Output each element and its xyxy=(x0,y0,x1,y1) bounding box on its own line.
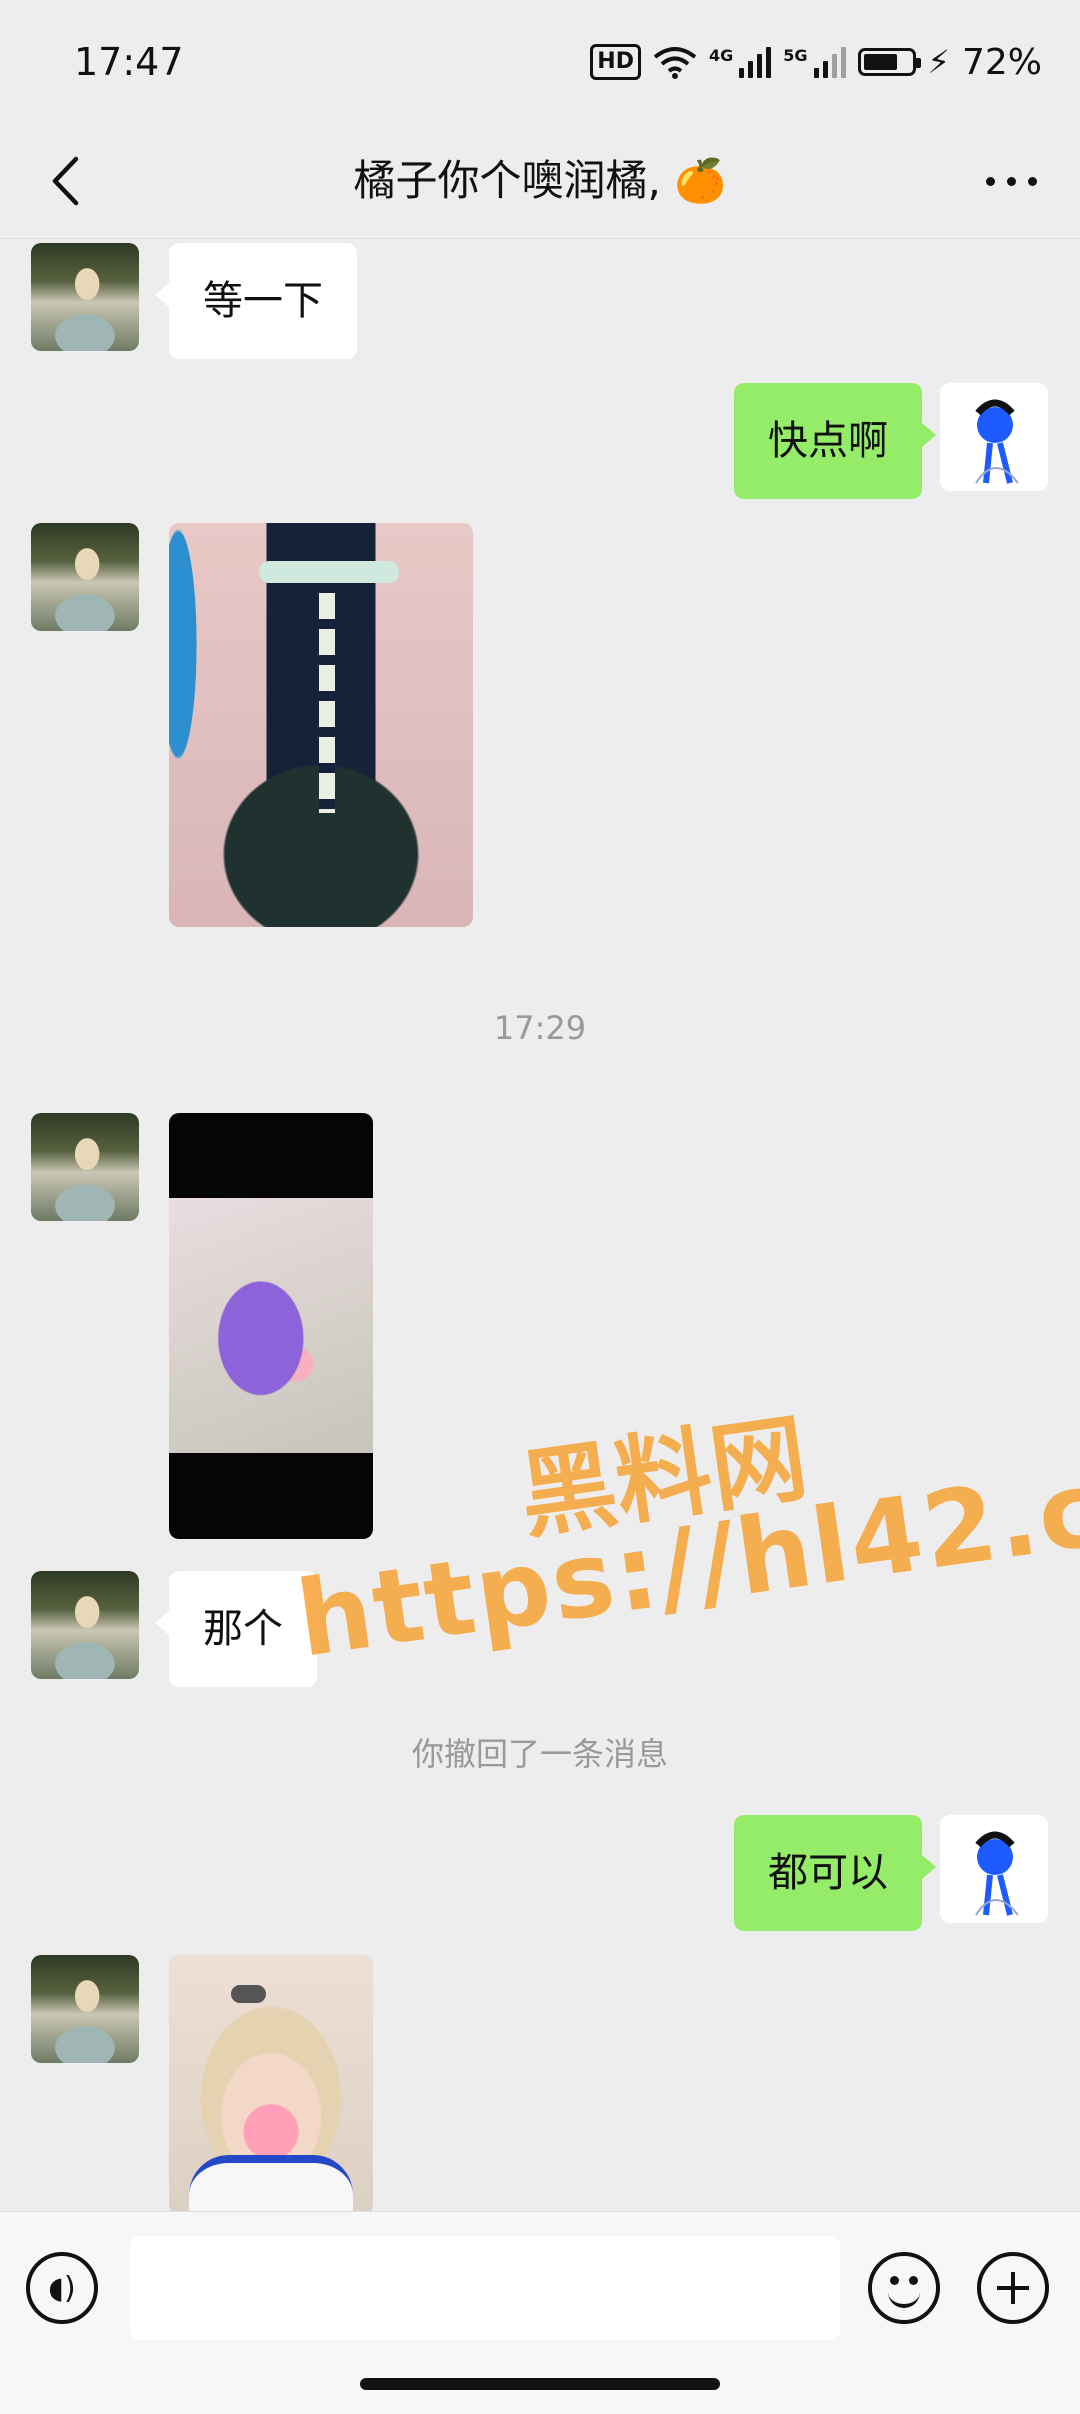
message-bubble-sent[interactable]: 快点啊 xyxy=(734,383,936,499)
person-icon xyxy=(975,1831,1019,1916)
my-avatar[interactable] xyxy=(940,383,1048,491)
wifi-icon xyxy=(653,47,697,79)
add-button[interactable] xyxy=(977,2252,1049,2324)
recall-notice: 你撤回了一条消息 xyxy=(411,1735,668,1773)
more-dot-icon xyxy=(1027,176,1037,186)
timestamp-divider: 17:29 xyxy=(493,1009,587,1047)
image-detail xyxy=(231,1985,267,2003)
message-bubble-sent[interactable]: 都可以 xyxy=(734,1815,936,1931)
friend-avatar[interactable] xyxy=(31,243,139,351)
hd-icon: HD xyxy=(590,44,641,80)
image-detail xyxy=(189,2155,353,2211)
video-thumbnail xyxy=(169,1198,373,1453)
network-5g-label: 5G xyxy=(783,46,808,65)
image-message-dress[interactable] xyxy=(169,523,473,927)
emoji-button[interactable] xyxy=(868,2252,940,2324)
friend-avatar[interactable] xyxy=(31,1955,139,2063)
chat-title: 橘子你个噢润橘, 🍊 xyxy=(353,156,727,205)
message-bubble-received[interactable]: 等一下 xyxy=(155,243,357,359)
friend-avatar[interactable] xyxy=(31,1571,139,1679)
status-icons: HD 4G 5G ⚡ 72% xyxy=(590,38,1042,86)
emoji-icon xyxy=(890,2276,899,2285)
status-bar: 17:47 HD 4G 5G ⚡ 72% xyxy=(0,0,1080,124)
message-input[interactable] xyxy=(130,2236,840,2340)
home-indicator[interactable] xyxy=(360,2378,720,2390)
friend-avatar[interactable] xyxy=(31,1113,139,1221)
signal-4g-icon: 4G xyxy=(708,46,772,78)
voice-button[interactable]: ◖) xyxy=(26,2252,98,2324)
my-avatar[interactable] xyxy=(940,1815,1048,1923)
friend-avatar[interactable] xyxy=(31,523,139,631)
video-message[interactable] xyxy=(169,1113,373,1539)
network-4g-label: 4G xyxy=(708,46,734,65)
battery-fill xyxy=(863,54,897,70)
signal-5g-icon: 5G xyxy=(783,46,846,78)
more-dot-icon xyxy=(985,176,995,186)
status-time: 17:47 xyxy=(74,40,184,84)
more-options-button[interactable] xyxy=(966,146,1056,216)
image-detail xyxy=(319,593,335,813)
battery-percent: 72% xyxy=(961,41,1042,83)
image-message-selfie[interactable] xyxy=(169,1955,373,2211)
image-detail xyxy=(259,561,399,583)
chat-header: 橘子你个噢润橘, 🍊 xyxy=(0,124,1080,239)
message-list[interactable]: 等一下 快点啊 17:29 那个 你撤回了一条消息 都可以 xyxy=(0,239,1080,2211)
person-icon xyxy=(975,399,1019,484)
more-dot-icon xyxy=(1006,176,1016,186)
voice-icon: ◖) xyxy=(48,2270,76,2306)
charging-icon: ⚡ xyxy=(927,43,950,81)
battery-icon xyxy=(857,48,921,76)
